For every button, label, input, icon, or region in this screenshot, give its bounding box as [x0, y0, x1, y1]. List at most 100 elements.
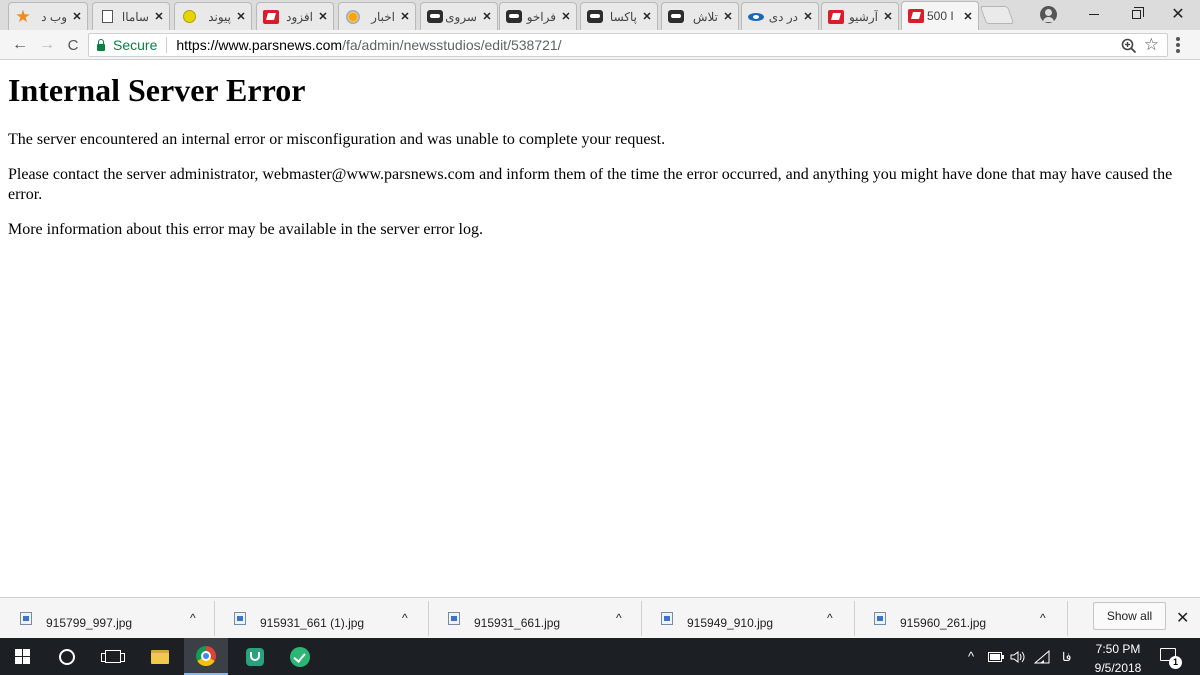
- address-bar[interactable]: Secure https://www.parsnews.com/fa/admin…: [88, 33, 1168, 57]
- profile-icon[interactable]: [1040, 6, 1057, 23]
- page-title: Internal Server Error: [8, 72, 306, 108]
- tab-5[interactable]: سروی ✕: [420, 2, 498, 30]
- tab-close-icon[interactable]: ✕: [399, 10, 411, 23]
- start-button[interactable]: [0, 638, 44, 675]
- tab-close-icon[interactable]: ✕: [481, 10, 493, 23]
- tab-4[interactable]: اخبار ✕: [338, 2, 416, 30]
- image-file-icon: [20, 612, 32, 625]
- windows-logo-icon: [14, 649, 30, 664]
- tab-3[interactable]: افزود ✕: [256, 2, 334, 30]
- error-paragraph-3: More information about this error may be…: [8, 221, 483, 238]
- image-file-icon: [661, 612, 673, 625]
- image-file-icon: [874, 612, 886, 625]
- tab-close-icon[interactable]: ✕: [802, 10, 814, 23]
- chrome-taskbar-button[interactable]: [184, 638, 228, 675]
- download-item[interactable]: 915931_661.jpg ^: [428, 598, 641, 639]
- tab-close-icon[interactable]: ✕: [235, 10, 247, 23]
- volume-shape: [1010, 650, 1025, 663]
- orange-star-icon: [15, 9, 31, 24]
- show-all-button[interactable]: Show all: [1093, 602, 1166, 630]
- tab-title: در دی: [768, 9, 798, 24]
- cortana-button[interactable]: [45, 638, 89, 675]
- chevron-up-icon[interactable]: ^: [402, 611, 408, 625]
- tab-11-active[interactable]: 500 I ✕: [901, 1, 979, 30]
- chevron-up-icon[interactable]: ^: [1040, 611, 1046, 625]
- reload-button[interactable]: C: [63, 35, 83, 55]
- check-app-button[interactable]: [278, 638, 322, 675]
- new-tab-button[interactable]: [979, 6, 1015, 24]
- system-clock[interactable]: 7:50 PM 9/5/2018: [1090, 641, 1146, 675]
- battery-shape: [988, 651, 1004, 662]
- document-icon: [99, 10, 115, 24]
- tab-0[interactable]: وب د ✕: [8, 2, 88, 30]
- tab-close-icon[interactable]: ✕: [153, 10, 165, 23]
- download-item[interactable]: 915931_661 (1).jpg ^: [214, 598, 427, 639]
- check-app-icon: [290, 646, 310, 667]
- back-button[interactable]: ←: [10, 35, 30, 55]
- red-logo-icon: [908, 9, 924, 23]
- restore-button[interactable]: [1114, 0, 1158, 28]
- download-item[interactable]: 915960_261.jpg ^: [854, 598, 1067, 639]
- dark-logo-icon: [506, 10, 522, 24]
- error-paragraph-2: Please contact the server administrator,…: [8, 166, 1173, 203]
- tab-close-icon[interactable]: ✕: [722, 10, 734, 23]
- tab-title: تلاش: [692, 9, 718, 24]
- wifi-shape: [1034, 649, 1050, 663]
- bookmark-star-icon[interactable]: ☆: [1144, 35, 1159, 55]
- tab-close-icon[interactable]: ✕: [71, 10, 83, 23]
- shield-app-button[interactable]: [233, 638, 277, 675]
- folder-icon: [151, 649, 169, 664]
- tab-close-icon[interactable]: ✕: [962, 10, 974, 23]
- shield-app-icon: [246, 647, 264, 666]
- window-close-button[interactable]: ✕: [1156, 0, 1200, 28]
- chevron-up-icon[interactable]: ^: [190, 611, 196, 625]
- tab-1[interactable]: ساماا ✕: [92, 2, 170, 30]
- url-host[interactable]: https://www.parsnews.com: [176, 37, 342, 53]
- error-paragraph-1: The server encountered an internal error…: [8, 131, 666, 148]
- tab-6[interactable]: فراخو ✕: [499, 2, 577, 30]
- language-indicator[interactable]: فا: [1062, 638, 1071, 675]
- tab-2[interactable]: پیوند ✕: [174, 2, 252, 30]
- tab-title: پاکسا: [609, 9, 637, 24]
- secure-label[interactable]: Secure: [113, 37, 157, 53]
- clock-time: 7:50 PM: [1095, 642, 1141, 656]
- tab-close-icon[interactable]: ✕: [882, 10, 894, 23]
- download-item[interactable]: 915799_997.jpg ^: [0, 598, 213, 639]
- lock-icon[interactable]: [97, 38, 105, 51]
- zoom-icon[interactable]: [1121, 38, 1137, 54]
- page-content: Internal Server Error The server encount…: [0, 61, 1200, 597]
- wifi-icon[interactable]: [1034, 638, 1050, 675]
- tab-close-icon[interactable]: ✕: [641, 10, 653, 23]
- tab-title: افزود: [286, 9, 313, 24]
- volume-icon[interactable]: [1010, 638, 1026, 675]
- red-logo-icon: [828, 9, 844, 24]
- tab-title: اخبار: [371, 9, 395, 24]
- tab-9[interactable]: در دی ✕: [741, 2, 819, 30]
- tab-7[interactable]: پاکسا ✕: [580, 2, 658, 30]
- tab-10[interactable]: آرشیو ✕: [821, 2, 899, 30]
- tab-8[interactable]: تلاش ✕: [661, 2, 739, 30]
- tray-expand-icon[interactable]: ^: [968, 638, 974, 675]
- chevron-up-icon[interactable]: ^: [616, 611, 622, 625]
- url-path[interactable]: /fa/admin/newsstudios/edit/538721/: [342, 37, 561, 53]
- close-shelf-icon[interactable]: ✕: [1176, 608, 1189, 628]
- chevron-up-icon[interactable]: ^: [827, 611, 833, 625]
- sun-logo-icon: [345, 9, 361, 24]
- tab-close-icon[interactable]: ✕: [560, 10, 572, 23]
- task-view-button[interactable]: [91, 638, 135, 675]
- download-shelf: 915799_997.jpg ^ 915931_661 (1).jpg ^ 91…: [0, 597, 1200, 638]
- download-item[interactable]: 915949_910.jpg ^: [641, 598, 854, 639]
- dark-logo-icon: [427, 10, 443, 24]
- tab-strip: وب د ✕ ساماا ✕ پیوند ✕ افزود ✕ اخبار ✕ س…: [0, 0, 1200, 30]
- file-explorer-button[interactable]: [138, 638, 182, 675]
- download-filename: 915931_661.jpg: [474, 615, 561, 630]
- omnibox-divider: [166, 37, 168, 53]
- forward-button[interactable]: →: [37, 35, 57, 55]
- battery-icon[interactable]: [988, 638, 1004, 675]
- browser-menu-icon[interactable]: [1176, 37, 1180, 53]
- download-filename: 915960_261.jpg: [900, 615, 987, 630]
- tab-close-icon[interactable]: ✕: [317, 10, 329, 23]
- image-file-icon: [234, 612, 246, 625]
- minimize-button[interactable]: [1072, 0, 1116, 28]
- tab-title: ساماا: [121, 9, 149, 24]
